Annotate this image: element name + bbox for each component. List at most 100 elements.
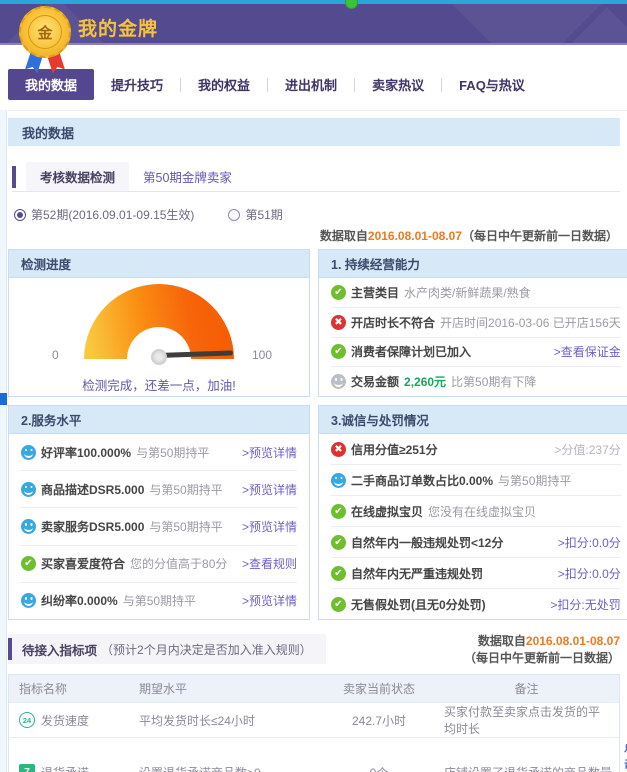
table-row: 7 退货承诺 设置退货承诺商品数>0 0个 店铺设置了退货承诺的商品数量， 点击… — [9, 738, 619, 772]
data-source-range: 2016.08.01-08.07 — [368, 229, 462, 243]
page-left-margin — [0, 110, 7, 772]
metric-row: 纠纷率0.000% 与第50期持平 >预览详情 — [21, 582, 297, 619]
panel-progress-title: 检测进度 — [9, 250, 309, 278]
metric-row: ✔ 消费者保障计划已加入 >查看保证金 — [331, 337, 621, 367]
metric-label: 纠纷率0.000% — [41, 592, 118, 609]
metric-row: 二手商品订单数占比0.00% 与第50期持平 — [331, 464, 621, 495]
speed-24h-icon: 24 — [19, 712, 35, 728]
panel-service-level: 2.服务水平 好评率100.000% 与第50期持平 >预览详情 商品描述DSR… — [8, 405, 310, 620]
preview-detail-link[interactable]: >预览详情 — [242, 592, 297, 609]
smiley-icon — [21, 519, 36, 534]
radio-unselected-icon[interactable] — [228, 209, 240, 221]
page-title: 我的金牌 — [78, 14, 158, 41]
metric-row: ✔ 在线虚拟宝贝 您没有在线虚拟宝贝 — [331, 495, 621, 526]
period-selector: 第52期(2016.09.01-09.15生效) 第51期 — [14, 206, 620, 223]
neutral-face-icon — [331, 374, 346, 389]
panel-credit-penalty: 3.诚信与处罚情况 ✖ 信用分值≥251分 >分值:237分 二手商品订单数占比… — [318, 405, 627, 620]
table-header-row: 指标名称 期望水平 卖家当前状态 备注 — [9, 675, 619, 703]
metric-target: 平均发货时长≤24小时 — [129, 712, 324, 729]
main-content: 我的数据 考核数据检测 第50期金牌卖家 第52期(2016.09.01-09.… — [8, 118, 620, 772]
metric-remark: 买家付款至卖家点击发货的平均时长 — [434, 703, 619, 737]
view-deposit-link[interactable]: >查看保证金 — [554, 343, 621, 360]
deduction-link[interactable]: >扣分:0.0分 — [558, 534, 621, 551]
check-icon: ✔ — [21, 556, 36, 571]
metric-row: 商品描述DSR5.000 与第50期持平 >预览详情 — [21, 470, 297, 507]
metric-row: ✖ 信用分值≥251分 >分值:237分 — [331, 434, 621, 464]
metric-label: 消费者保障计划已加入 — [351, 343, 471, 360]
panel-grid: 检测进度 0 100 检测完成，还差一点，加油! 1. 持续经营能力 ✔ 主 — [8, 249, 620, 620]
gauge-max-label: 100 — [252, 348, 272, 362]
pending-title: 待接入指标项 — [22, 640, 97, 659]
metric-detail: 您没有在线虚拟宝贝 — [428, 503, 536, 520]
metric-detail: 与第50期持平 — [136, 444, 209, 461]
radio-period-52[interactable]: 第52期(2016.09.01-09.15生效) — [14, 206, 194, 223]
preview-detail-link[interactable]: >预览详情 — [242, 444, 297, 461]
metric-label: 交易金额 — [351, 373, 399, 390]
metric-detail: 与第50期持平 — [149, 481, 222, 498]
metric-detail: 您的分值高于80分 — [130, 555, 227, 572]
tab-my-benefits[interactable]: 我的权益 — [181, 69, 267, 100]
subtab-accent-bar — [12, 166, 16, 188]
metric-row: ✔ 自然年内无严重违规处罚 >扣分:0.0分 — [331, 557, 621, 588]
panel-progress: 检测进度 0 100 检测完成，还差一点，加油! — [8, 249, 310, 397]
radio-selected-icon[interactable] — [14, 209, 26, 221]
gauge-caption: 检测完成，还差一点，加油! — [82, 375, 235, 394]
smiley-icon — [21, 445, 36, 460]
panel-credit-title: 3.诚信与处罚情况 — [319, 406, 627, 434]
tab-my-data[interactable]: 我的数据 — [8, 69, 94, 100]
gold-medal-icon: 金 — [16, 6, 76, 68]
check-icon: ✔ — [331, 344, 346, 359]
metric-label: 无售假处罚(且无0分处罚) — [351, 596, 486, 613]
col-metric-name: 指标名称 — [9, 680, 129, 697]
deduction-link[interactable]: >扣分:0.0分 — [558, 565, 621, 582]
subtab-period50-sellers[interactable]: 第50期金牌卖家 — [129, 162, 246, 191]
data-source-range: 2016.08.01-08.07 — [526, 634, 620, 648]
transaction-amount: 2,260元 — [404, 373, 446, 390]
metric-label: 买家喜爱度符合 — [41, 555, 125, 572]
metric-row: 好评率100.000% 与第50期持平 >预览详情 — [21, 434, 297, 470]
view-rules-link[interactable]: >查看规则 — [242, 555, 297, 572]
preview-detail-link[interactable]: >预览详情 — [242, 481, 297, 498]
metric-label: 主营类目 — [351, 284, 399, 301]
check-icon: ✔ — [331, 535, 346, 550]
check-icon: ✔ — [331, 597, 346, 612]
smiley-icon — [21, 482, 36, 497]
metric-row: ✔ 买家喜爱度符合 您的分值高于80分 >查看规则 — [21, 545, 297, 582]
medal-char: 金 — [28, 15, 62, 49]
panel-service-title: 2.服务水平 — [9, 406, 309, 434]
tab-seller-discussion[interactable]: 卖家热议 — [355, 69, 441, 100]
preview-detail-link[interactable]: >预览详情 — [242, 518, 297, 535]
progress-gauge: 0 100 — [44, 281, 274, 359]
data-source-suffix: （每日中午更新前一日数据） — [462, 229, 618, 243]
panel-business-title: 1. 持续经营能力 — [319, 250, 627, 278]
pending-metrics-header: 待接入指标项 （预计2个月内决定是否加入准入规则） 数据取自2016.08.01… — [8, 632, 620, 666]
metric-target: 设置退货承诺商品数>0 — [129, 764, 324, 772]
radio-label: 第51期 — [245, 206, 282, 223]
radio-label: 第52期(2016.09.01-09.15生效) — [31, 206, 194, 223]
metric-remark: 店铺设置了退货承诺的商品数量， 点击设置 — [434, 738, 627, 772]
radio-period-51[interactable]: 第51期 — [228, 206, 282, 223]
metric-name: 退货承诺 — [41, 764, 89, 772]
smiley-icon — [331, 473, 346, 488]
pending-metrics-table: 指标名称 期望水平 卖家当前状态 备注 24 发货速度 平均发货时长≤24小时 … — [8, 674, 620, 772]
metric-label: 信用分值≥251分 — [351, 441, 438, 458]
metric-detail: 与第50期持平 — [123, 592, 196, 609]
metric-detail: 比第50期有下降 — [451, 373, 536, 390]
return-7day-icon: 7 — [19, 764, 35, 772]
gauge-min-label: 0 — [52, 348, 59, 362]
metric-name: 发货速度 — [41, 712, 89, 729]
metric-label: 二手商品订单数占比0.00% — [351, 472, 493, 489]
subtab-assessment-data[interactable]: 考核数据检测 — [26, 162, 129, 191]
data-source-prefix: 数据取自 — [478, 634, 526, 648]
section-title: 我的数据 — [8, 118, 620, 146]
deduction-link[interactable]: >扣分:无处罚 — [550, 596, 620, 613]
tab-entry-exit[interactable]: 进出机制 — [268, 69, 354, 100]
cross-icon: ✖ — [331, 442, 346, 457]
metric-remark-text: 店铺设置了退货承诺的商品数量， — [444, 764, 624, 772]
metric-current: 242.7小时 — [324, 712, 434, 729]
metric-row: ✔ 无售假处罚(且无0分处罚) >扣分:无处罚 — [331, 588, 621, 619]
tab-faq[interactable]: FAQ与热议 — [442, 69, 542, 100]
page-banner: 我的金牌 — [0, 4, 627, 45]
metric-label: 好评率100.000% — [41, 444, 131, 461]
tab-improve-skills[interactable]: 提升技巧 — [94, 69, 180, 100]
